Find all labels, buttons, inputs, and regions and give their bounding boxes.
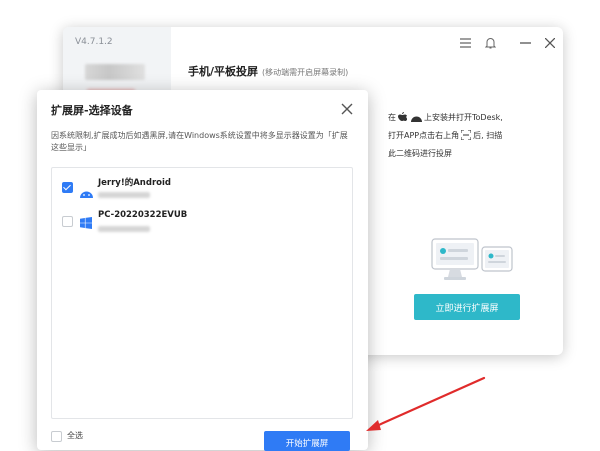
scan-icon <box>460 129 472 146</box>
sidebar-blurred-item[interactable] <box>85 64 145 80</box>
start-extend-now-button[interactable]: 立即进行扩展屏 <box>414 294 520 320</box>
start-extend-screen-button[interactable]: 开始扩展屏 <box>264 431 350 451</box>
instructions: 在 上安装并打开ToDesk, 打开APP点击右上角 后, 扫描 此二维码进行投屏 <box>388 110 558 162</box>
instruction-text-1: 在 <box>388 113 396 122</box>
instruction-text-3: 打开APP点击右上角 <box>388 131 460 140</box>
select-device-dialog: 扩展屏-选择设备 因系统限制,扩展成功后如遇黑屏,请在Windows系统设置中将… <box>37 90 368 451</box>
version-label: V4.7.1.2 <box>75 37 113 47</box>
dialog-description: 因系统限制,扩展成功后如遇黑屏,请在Windows系统设置中将多显示器设置为「扩… <box>51 131 348 152</box>
instruction-text-4: 后, 扫描 <box>473 131 503 140</box>
device-name-android: Jerry!的Android <box>98 178 171 188</box>
device-checkbox-pc[interactable] <box>62 216 73 227</box>
page-title: 手机/平板投屏 <box>188 65 259 78</box>
windows-icon <box>80 214 92 233</box>
dialog-close-icon[interactable] <box>340 101 354 115</box>
close-icon[interactable] <box>545 38 555 48</box>
device-name-pc: PC-20220322EVUB <box>98 210 188 220</box>
device-id-blurred <box>98 226 150 232</box>
device-row-pc[interactable]: PC-20220322EVUB <box>62 210 342 240</box>
screen-extend-illustration <box>430 235 515 285</box>
instruction-text-2: 上安装并打开ToDesk, <box>424 113 503 122</box>
page-subtitle: (移动端需开启屏幕录制) <box>262 68 349 77</box>
device-row-android[interactable]: Jerry!的Android <box>62 176 342 206</box>
apple-icon <box>398 112 408 128</box>
menu-icon[interactable] <box>460 38 471 48</box>
dialog-title: 扩展屏-选择设备 <box>51 104 133 117</box>
titlebar-controls <box>460 35 555 51</box>
android-icon <box>411 112 422 128</box>
device-id-blurred <box>98 192 150 198</box>
instruction-text-5: 此二维码进行投屏 <box>388 149 452 158</box>
page-heading: 手机/平板投屏 (移动端需开启屏幕录制) <box>188 63 348 79</box>
device-list: Jerry!的Android PC-20220322EVUB <box>51 167 353 419</box>
select-all-label: 全选 <box>67 431 83 440</box>
bell-icon[interactable] <box>485 37 496 49</box>
minimize-icon[interactable] <box>520 38 531 48</box>
select-all-box[interactable] <box>51 431 62 442</box>
android-icon <box>80 183 93 202</box>
device-checkbox-android[interactable] <box>62 182 73 193</box>
